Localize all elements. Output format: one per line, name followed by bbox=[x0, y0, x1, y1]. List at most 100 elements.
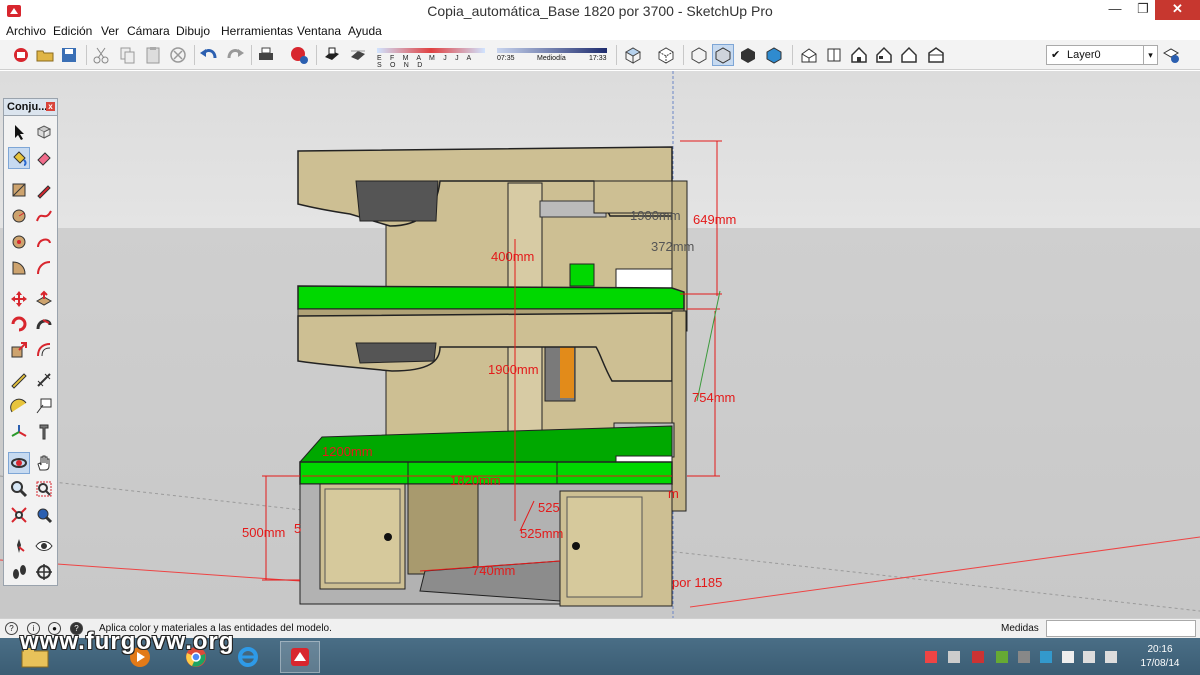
iso-view-button[interactable] bbox=[798, 44, 820, 66]
tape-measure-tool[interactable] bbox=[8, 369, 30, 391]
polygon-tool[interactable] bbox=[8, 231, 30, 253]
minimize-button[interactable]: — bbox=[1100, 0, 1130, 20]
sketchup-window: Copia_automática_Base 1820 por 3700 - Sk… bbox=[0, 0, 1200, 675]
tray-volume-icon[interactable] bbox=[1105, 651, 1117, 663]
3d-text-tool[interactable] bbox=[33, 421, 55, 443]
palette-close-icon[interactable]: x bbox=[46, 102, 55, 111]
pan-tool[interactable] bbox=[33, 452, 55, 474]
measurements-input[interactable] bbox=[1046, 620, 1196, 637]
right-door-knob[interactable] bbox=[572, 542, 580, 550]
offset-tool[interactable] bbox=[33, 339, 55, 361]
layer-manager-button[interactable] bbox=[1160, 44, 1182, 66]
push-pull-tool[interactable] bbox=[33, 288, 55, 310]
open-button[interactable] bbox=[34, 44, 56, 66]
save-button[interactable] bbox=[58, 44, 80, 66]
menu-camara[interactable]: Cámara bbox=[127, 24, 170, 38]
make-component-tool[interactable] bbox=[33, 121, 55, 143]
model-info-button[interactable] bbox=[288, 44, 310, 66]
push-pull-icon bbox=[35, 290, 53, 306]
rotate-tool[interactable] bbox=[8, 313, 30, 335]
hidden-line-button[interactable] bbox=[712, 44, 734, 66]
walk-tool[interactable] bbox=[8, 561, 30, 583]
arc-tool[interactable] bbox=[33, 231, 55, 253]
tray-network-icon[interactable] bbox=[1040, 651, 1052, 663]
tray-flag-icon[interactable] bbox=[925, 651, 937, 663]
axes-tool[interactable] bbox=[8, 421, 30, 443]
upper-green-bed[interactable] bbox=[297, 285, 685, 310]
back-view-button[interactable] bbox=[898, 44, 920, 66]
close-button[interactable]: ✕ bbox=[1155, 0, 1200, 20]
undo-button[interactable] bbox=[198, 44, 220, 66]
rectangle-tool[interactable] bbox=[8, 179, 30, 201]
paint-bucket-tool[interactable] bbox=[8, 147, 30, 169]
tray-signal-icon[interactable] bbox=[1083, 651, 1095, 663]
freehand-tool[interactable] bbox=[33, 205, 55, 227]
erase-button[interactable] bbox=[167, 44, 189, 66]
upper-green-block[interactable] bbox=[569, 263, 595, 287]
position-camera-tool[interactable] bbox=[8, 535, 30, 557]
fog-toggle-button[interactable] bbox=[347, 44, 369, 66]
3d-model-scene[interactable]: 649mm 1900mm 372mm 400mm 1900mm 754mm 12… bbox=[0, 71, 1200, 618]
tray-arrow-icon[interactable] bbox=[948, 651, 960, 663]
wireframe-button[interactable] bbox=[688, 44, 710, 66]
shadow-time-slider[interactable]: 07:35 Mediodía 17:33 bbox=[497, 46, 609, 66]
previous-view-tool[interactable] bbox=[33, 504, 55, 526]
upper-pillow[interactable] bbox=[615, 268, 673, 290]
left-door-knob[interactable] bbox=[384, 533, 392, 541]
taskbar-sketchup[interactable] bbox=[280, 641, 320, 673]
select-tool[interactable] bbox=[8, 121, 30, 143]
paste-button[interactable] bbox=[142, 44, 164, 66]
shaded-button[interactable] bbox=[737, 44, 759, 66]
redo-button[interactable] bbox=[224, 44, 246, 66]
look-around-tool[interactable] bbox=[33, 535, 55, 557]
circle-tool[interactable] bbox=[8, 205, 30, 227]
text-tool[interactable] bbox=[33, 395, 55, 417]
system-clock[interactable]: 20:16 17/08/14 bbox=[1130, 643, 1190, 671]
menu-ventana[interactable]: Ventana bbox=[297, 24, 341, 38]
print-button[interactable] bbox=[255, 44, 277, 66]
menu-ayuda[interactable]: Ayuda bbox=[348, 24, 382, 38]
protractor-tool[interactable] bbox=[8, 395, 30, 417]
tray-security-icon[interactable] bbox=[972, 651, 984, 663]
menu-archivo[interactable]: Archivo bbox=[6, 24, 46, 38]
zoom-extents-tool[interactable] bbox=[8, 504, 30, 526]
geolocation-icon[interactable]: ? bbox=[5, 622, 18, 635]
follow-me-tool[interactable] bbox=[33, 313, 55, 335]
menu-edicion[interactable]: Edición bbox=[53, 24, 92, 38]
xray-button[interactable] bbox=[622, 44, 644, 66]
palette-header[interactable]: Conju... x bbox=[4, 99, 57, 116]
section-plane-tool[interactable] bbox=[33, 561, 55, 583]
tray-action-center-icon[interactable] bbox=[1062, 651, 1074, 663]
front-view-button[interactable] bbox=[848, 44, 870, 66]
scale-tool[interactable] bbox=[8, 339, 30, 361]
shadow-date-slider[interactable]: E F M A M J J A S O N D bbox=[377, 46, 487, 69]
shaded-textures-button[interactable] bbox=[763, 44, 785, 66]
tray-nvidia-icon[interactable] bbox=[996, 651, 1008, 663]
dimension-tool[interactable] bbox=[33, 369, 55, 391]
move-tool[interactable] bbox=[8, 288, 30, 310]
tray-device-icon[interactable] bbox=[1018, 651, 1030, 663]
layer-dropdown[interactable]: ✔ Layer0 ▾ bbox=[1046, 45, 1158, 65]
drawing-viewport[interactable]: 649mm 1900mm 372mm 400mm 1900mm 754mm 12… bbox=[0, 71, 1200, 618]
shadows-toggle-button[interactable] bbox=[321, 44, 343, 66]
chevron-down-icon[interactable]: ▾ bbox=[1143, 46, 1157, 64]
back-edges-button[interactable] bbox=[655, 44, 677, 66]
menu-dibujo[interactable]: Dibujo bbox=[176, 24, 210, 38]
menu-herramientas[interactable]: Herramientas bbox=[221, 24, 293, 38]
right-wall-lower[interactable] bbox=[671, 310, 687, 512]
line-tool[interactable] bbox=[33, 179, 55, 201]
zoom-tool[interactable] bbox=[8, 478, 30, 500]
maximize-button[interactable]: ❐ bbox=[1128, 0, 1158, 20]
orbit-tool[interactable] bbox=[8, 452, 30, 474]
copy-button[interactable] bbox=[116, 44, 138, 66]
right-view-button[interactable] bbox=[873, 44, 895, 66]
new-model-button[interactable] bbox=[10, 44, 32, 66]
zoom-window-tool[interactable] bbox=[33, 478, 55, 500]
eraser-tool[interactable] bbox=[33, 147, 55, 169]
menu-ver[interactable]: Ver bbox=[101, 24, 119, 38]
cut-button[interactable] bbox=[90, 44, 112, 66]
arc-2-tool[interactable] bbox=[33, 257, 55, 279]
pie-tool[interactable] bbox=[8, 257, 30, 279]
left-view-button[interactable] bbox=[925, 44, 947, 66]
top-view-button[interactable] bbox=[823, 44, 845, 66]
